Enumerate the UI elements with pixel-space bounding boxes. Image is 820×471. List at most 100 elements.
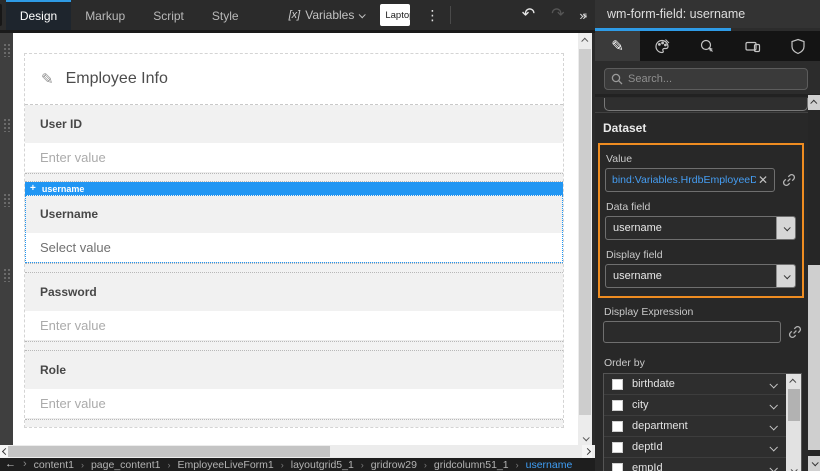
- breadcrumb-item[interactable]: content1: [34, 459, 74, 471]
- grid-row-separator: [25, 173, 563, 182]
- wavemaker-studio: Design Markup Script Style [x] Variables…: [0, 0, 820, 471]
- option-label: department: [632, 420, 688, 432]
- undo-button[interactable]: ↶: [514, 7, 543, 23]
- data-field-select[interactable]: username: [605, 216, 796, 240]
- breadcrumb-item[interactable]: layoutgrid5_1: [291, 459, 354, 471]
- display-field-label: Display field: [606, 249, 663, 261]
- canvas-horizontal-scrollbar[interactable]: [0, 445, 595, 458]
- panel-handle[interactable]: [0, 4, 2, 26]
- display-field-value: username: [613, 270, 662, 282]
- variables-dropdown[interactable]: [x] Variables: [289, 0, 367, 30]
- collapsed-widget-strip[interactable]: [0, 33, 13, 445]
- tab-styles[interactable]: [640, 31, 685, 61]
- scrollbar-thumb[interactable]: [579, 49, 591, 415]
- breadcrumb-item-active[interactable]: username: [526, 459, 573, 471]
- order-by-option[interactable]: deptId: [604, 437, 786, 458]
- tab-design[interactable]: Design: [5, 0, 72, 30]
- breadcrumb-back-icon[interactable]: ←: [5, 459, 16, 470]
- display-field-select[interactable]: username: [605, 264, 796, 288]
- tab-properties[interactable]: ✎: [595, 31, 640, 61]
- form-field-password[interactable]: Password Enter value: [25, 273, 563, 341]
- grip-dots-icon: [3, 118, 11, 132]
- search-row: [595, 61, 820, 94]
- scrollbar-thumb[interactable]: [808, 265, 820, 450]
- breadcrumb-item[interactable]: gridrow29: [371, 459, 417, 471]
- form-field-userid[interactable]: User ID Enter value: [25, 105, 563, 173]
- breadcrumb-forward-icon[interactable]: ›: [23, 459, 27, 470]
- search-input[interactable]: [628, 73, 801, 85]
- field-select-placeholder[interactable]: Select value: [25, 233, 563, 263]
- scroll-down-arrow-icon[interactable]: [786, 463, 801, 471]
- tab-security[interactable]: [775, 31, 820, 61]
- selected-widget-tag[interactable]: + username: [25, 182, 563, 195]
- tab-markup[interactable]: Markup: [71, 0, 139, 30]
- scrollbar-thumb[interactable]: [8, 446, 330, 457]
- chevron-down-icon[interactable]: [769, 459, 778, 471]
- option-label: birthdate: [632, 378, 675, 390]
- checkbox[interactable]: [612, 399, 623, 411]
- breadcrumb-item[interactable]: gridcolumn51_1: [434, 459, 509, 471]
- order-by-option[interactable]: department: [604, 416, 786, 437]
- scroll-down-arrow-icon[interactable]: [808, 456, 820, 471]
- scroll-down-arrow-icon[interactable]: [578, 431, 592, 445]
- chevron-down-icon[interactable]: [769, 375, 778, 393]
- tab-device[interactable]: [730, 31, 775, 61]
- field-input-placeholder[interactable]: Enter value: [25, 143, 563, 173]
- chevron-down-icon[interactable]: [769, 417, 778, 435]
- breadcrumb-item[interactable]: page_content1: [91, 459, 160, 471]
- checkbox[interactable]: [612, 441, 623, 453]
- checkbox[interactable]: [612, 420, 623, 432]
- scroll-up-arrow-icon[interactable]: [578, 33, 592, 47]
- property-search[interactable]: [604, 68, 808, 90]
- more-options-kebab-icon[interactable]: ⋮: [422, 8, 444, 22]
- value-label: Value: [606, 153, 633, 165]
- breadcrumb-separator: ›: [515, 459, 519, 470]
- employee-live-form[interactable]: ✎ Employee Info User ID Enter value + us…: [24, 53, 564, 428]
- checkbox[interactable]: [612, 378, 623, 390]
- properties-scroll-area: Dataset Value bind:Variables.HrdbEmploye…: [595, 112, 808, 471]
- chevron-down-icon: [783, 223, 791, 231]
- display-expression-input[interactable]: [603, 321, 781, 343]
- field-label: User ID: [25, 105, 563, 143]
- scroll-up-arrow-icon[interactable]: [786, 374, 801, 388]
- breadcrumb-item[interactable]: EmployeeLiveForm1: [177, 459, 273, 471]
- edit-pencil-icon: ✎: [41, 71, 54, 88]
- tab-style[interactable]: Style: [198, 0, 253, 30]
- tab-script[interactable]: Script: [139, 0, 198, 30]
- canvas-vertical-scrollbar[interactable]: [578, 33, 592, 445]
- scroll-up-arrow-icon[interactable]: [808, 95, 820, 110]
- field-label: Role: [25, 351, 563, 389]
- bind-link-icon[interactable]: [782, 173, 796, 187]
- collapse-panel-icon[interactable]: »: [573, 3, 593, 27]
- checkbox[interactable]: [612, 462, 623, 471]
- field-input-placeholder[interactable]: Enter value: [25, 389, 563, 419]
- tab-design-label: Design: [19, 9, 58, 23]
- redo-button[interactable]: ↷: [543, 7, 572, 23]
- partially-scrolled-input[interactable]: [604, 98, 808, 111]
- security-shield-icon: [790, 38, 805, 54]
- tab-events[interactable]: [685, 31, 730, 61]
- form-grid: User ID Enter value + username Username …: [25, 104, 563, 427]
- page-canvas[interactable]: ✎ Employee Info User ID Enter value + us…: [13, 33, 578, 445]
- order-by-option[interactable]: city: [604, 395, 786, 416]
- order-by-scrollbar[interactable]: [786, 374, 801, 471]
- bind-link-icon[interactable]: [788, 325, 802, 339]
- order-by-option[interactable]: empId: [604, 458, 786, 471]
- order-by-option[interactable]: birthdate: [604, 374, 786, 395]
- option-label: deptId: [632, 441, 663, 453]
- value-input[interactable]: bind:Variables.HrdbEmployeeData.data ✕: [605, 168, 775, 192]
- form-field-username-selected[interactable]: Username Select value: [25, 195, 563, 263]
- device-preview-select[interactable]: Laptop with MDPI Screen: [380, 4, 410, 26]
- chevron-down-icon[interactable]: [769, 396, 778, 414]
- scrollbar-thumb[interactable]: [787, 389, 800, 421]
- order-by-list: birthdate city department deptId empId: [603, 373, 802, 471]
- select-dropdown-button[interactable]: [776, 217, 795, 239]
- form-field-role[interactable]: Role Enter value: [25, 351, 563, 419]
- clear-value-icon[interactable]: ✕: [756, 173, 770, 187]
- breadcrumb-separator: ›: [80, 459, 84, 470]
- chevron-down-icon[interactable]: [769, 438, 778, 456]
- scroll-right-arrow-icon[interactable]: [582, 445, 592, 458]
- panel-scrollbar[interactable]: [808, 95, 820, 471]
- field-input-placeholder[interactable]: Enter value: [25, 311, 563, 341]
- select-dropdown-button[interactable]: [776, 265, 795, 287]
